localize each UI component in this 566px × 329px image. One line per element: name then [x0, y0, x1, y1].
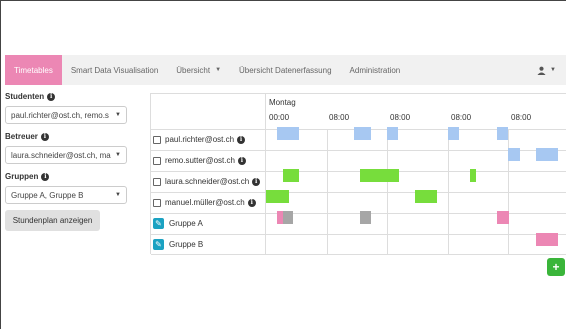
day-label: Montag — [269, 98, 296, 107]
add-button[interactable]: + — [547, 258, 565, 276]
time-label: 08:00 — [511, 113, 532, 122]
time-label: 08:00 — [451, 113, 472, 122]
event-block[interactable] — [508, 148, 520, 161]
event-block[interactable] — [448, 127, 459, 140]
timetable-row-remo: remo.sutter@ost.ch i — [151, 150, 566, 172]
caret-down-icon: ▼ — [115, 112, 121, 118]
event-block[interactable] — [360, 211, 371, 224]
time-label: 08:00 — [390, 113, 411, 122]
header-empty-cell — [151, 94, 266, 129]
betreuer-label: Betreuer — [5, 132, 38, 141]
event-block[interactable] — [536, 233, 558, 246]
caret-down-icon: ▼ — [215, 67, 222, 73]
time-label: 08:00 — [329, 113, 350, 122]
row-name-cell: ✎ Gruppe B — [151, 234, 266, 254]
timetable-grid: Montag 00:00 08:00 08:00 08:00 08:00 pau… — [150, 93, 566, 255]
row-name-cell: laura.schneider@ost.ch i — [151, 171, 266, 192]
nav-label: Smart Data Visualisation — [70, 65, 159, 75]
info-icon[interactable]: i — [237, 135, 246, 144]
timetable-header-row: Montag 00:00 08:00 08:00 08:00 08:00 — [151, 94, 566, 130]
nav-uebersicht-datenerfassung[interactable]: Übersicht Datenerfassung — [230, 55, 341, 85]
event-block[interactable] — [497, 211, 509, 224]
edit-icon[interactable]: ✎ — [153, 238, 164, 250]
studenten-label: Studenten — [5, 92, 45, 101]
event-block[interactable] — [283, 211, 293, 224]
gruppen-select[interactable]: Gruppe A, Gruppe B ▼ — [5, 186, 127, 204]
nav-label: Timetables — [14, 65, 53, 75]
row-label: manuel.müller@ost.ch — [165, 198, 245, 207]
gruppen-label: Gruppen — [5, 172, 39, 181]
user-menu-dropdown[interactable]: ▼ — [537, 55, 556, 85]
timetable-row-laura: laura.schneider@ost.ch i — [151, 171, 566, 193]
time-label: 00:00 — [269, 113, 290, 122]
row-label: Gruppe A — [169, 219, 203, 228]
nav-smart-data-visualisation[interactable]: Smart Data Visualisation — [62, 55, 167, 85]
caret-down-icon: ▼ — [115, 152, 121, 158]
row-checkbox[interactable] — [153, 135, 161, 144]
event-block[interactable] — [354, 127, 371, 140]
nav-timetables[interactable]: Timetables — [5, 55, 62, 85]
studenten-select[interactable]: paul.richter@ost.ch, remo.s ▼ — [5, 106, 127, 124]
user-icon — [537, 66, 546, 75]
filter-sidebar: Studenten i paul.richter@ost.ch, remo.s ▼ … — [5, 92, 127, 231]
caret-down-icon: ▼ — [115, 192, 121, 198]
event-block[interactable] — [415, 190, 437, 203]
event-block[interactable] — [266, 190, 289, 203]
info-icon[interactable]: i — [47, 92, 56, 101]
row-label: remo.sutter@ost.ch — [165, 156, 235, 165]
nav-label: Übersicht — [176, 65, 211, 75]
betreuer-value: laura.schneider@ost.ch, ma — [11, 150, 111, 160]
nav-label: Übersicht Datenerfassung — [239, 65, 332, 75]
grid-line — [387, 129, 388, 254]
row-checkbox[interactable] — [153, 156, 161, 165]
event-block[interactable] — [387, 127, 398, 140]
row-label: laura.schneider@ost.ch — [165, 177, 250, 186]
betreuer-select[interactable]: laura.schneider@ost.ch, ma ▼ — [5, 146, 127, 164]
row-checkbox[interactable] — [153, 198, 161, 207]
row-label: paul.richter@ost.ch — [165, 135, 235, 144]
edit-icon[interactable]: ✎ — [153, 218, 164, 229]
grid-line — [448, 129, 449, 254]
info-icon[interactable]: i — [252, 177, 261, 186]
gruppen-label-row: Gruppen i — [5, 172, 127, 181]
row-name-cell: manuel.müller@ost.ch i — [151, 192, 266, 213]
event-block[interactable] — [283, 169, 299, 182]
gruppen-value: Gruppe A, Gruppe B — [11, 190, 84, 200]
row-label: Gruppe B — [169, 239, 204, 249]
timetable-row-gruppe-b: ✎ Gruppe B — [151, 234, 566, 255]
nav-uebersicht-dropdown[interactable]: Übersicht ▼ — [167, 55, 230, 85]
row-name-cell: remo.sutter@ost.ch i — [151, 150, 266, 171]
stundenplan-anzeigen-button[interactable]: Stundenplan anzeigen — [5, 210, 100, 231]
betreuer-label-row: Betreuer i — [5, 132, 127, 141]
nav-administration[interactable]: Administration — [341, 55, 410, 85]
event-block[interactable] — [536, 148, 558, 161]
studenten-value: paul.richter@ost.ch, remo.s — [11, 110, 109, 120]
info-icon[interactable]: i — [41, 172, 50, 181]
info-icon[interactable]: i — [247, 198, 256, 207]
event-block[interactable] — [360, 169, 399, 182]
row-name-cell: paul.richter@ost.ch i — [151, 129, 266, 150]
info-icon[interactable]: i — [237, 156, 246, 165]
top-navbar: Timetables Smart Data Visualisation Über… — [5, 55, 566, 85]
caret-down-icon: ▼ — [550, 67, 556, 73]
row-name-cell: ✎ Gruppe A — [151, 213, 266, 234]
event-block[interactable] — [497, 127, 508, 140]
row-checkbox[interactable] — [153, 177, 161, 186]
event-block[interactable] — [277, 127, 299, 140]
grid-line — [327, 129, 328, 254]
event-block[interactable] — [470, 169, 476, 182]
info-icon[interactable]: i — [40, 132, 49, 141]
studenten-label-row: Studenten i — [5, 92, 127, 101]
nav-label: Administration — [349, 65, 401, 75]
